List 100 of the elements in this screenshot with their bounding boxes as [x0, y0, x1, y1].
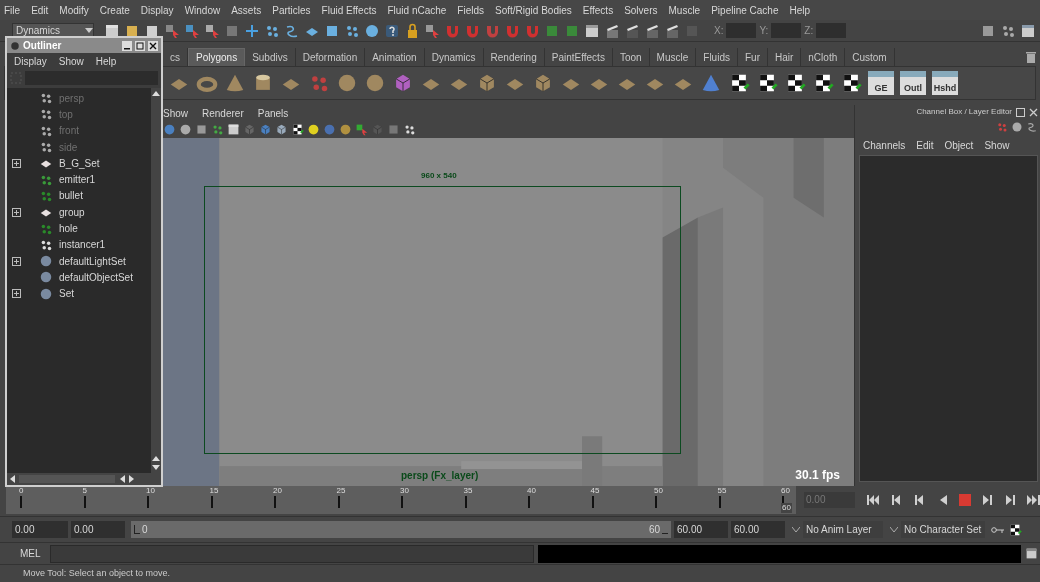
menu-item[interactable]: Fluid nCache: [387, 2, 447, 18]
tick-label: 30: [400, 486, 409, 496]
outliner-menu-item[interactable]: Show: [58, 54, 84, 69]
channel-menu-item[interactable]: Channels: [863, 137, 906, 153]
clapper-icon[interactable]: [624, 22, 640, 39]
anim-layer-dropdown[interactable]: No Anim Layer: [803, 521, 883, 538]
shelf-button[interactable]: Outl: [900, 71, 926, 95]
caret-icon[interactable]: [792, 526, 800, 533]
fps-counter: 30.1 fps: [795, 467, 840, 484]
command-input-field[interactable]: [50, 544, 534, 563]
menu-item[interactable]: Pipeline Cache: [711, 2, 779, 18]
range-slider[interactable]: 0 60: [131, 521, 671, 538]
sphere-icon[interactable]: [336, 72, 358, 94]
go-to-end-icon[interactable]: [1026, 494, 1040, 506]
end-time-field[interactable]: 60.00: [731, 521, 785, 538]
tick-label: 25: [336, 486, 346, 496]
expand-icon[interactable]: [12, 158, 21, 168]
trash-icon[interactable]: [1026, 51, 1036, 63]
coordinate-label: X:: [714, 24, 724, 38]
playback-end-field[interactable]: 60.00: [674, 521, 728, 538]
time-ruler[interactable]: 0 5 10 15 20 25 30 35 40 45 50 55 60 60: [6, 486, 796, 514]
go-to-start-icon[interactable]: [867, 494, 881, 506]
close-icon[interactable]: [148, 40, 158, 51]
step-key-forward-icon[interactable]: [980, 494, 994, 506]
scroll-down-icon[interactable]: [152, 465, 160, 471]
menu-item[interactable]: Modify: [59, 2, 89, 18]
minimize-icon[interactable]: [122, 40, 132, 51]
expand-icon[interactable]: [12, 289, 21, 299]
expand-icon[interactable]: [12, 207, 21, 217]
step-forward-icon[interactable]: [1003, 494, 1017, 506]
render-view-icon[interactable]: [604, 22, 620, 39]
tick-label: 15: [209, 486, 219, 496]
menu-item[interactable]: Fields: [457, 2, 485, 18]
camera-label: persp (Fx_layer): [401, 469, 479, 483]
menu-item[interactable]: Fluid Effects: [321, 2, 377, 18]
menu-item[interactable]: Display: [140, 2, 174, 18]
menu-item[interactable]: Muscle: [668, 2, 701, 18]
tick-label: 60: [781, 486, 790, 496]
float-icon[interactable]: [1016, 107, 1025, 117]
menu-item[interactable]: Help: [789, 2, 811, 18]
outliner-menu-item[interactable]: Display: [14, 54, 47, 69]
checker-icon[interactable]: [291, 123, 304, 136]
sphere-icon[interactable]: [364, 72, 386, 94]
help-icon[interactable]: [384, 22, 400, 39]
sphere-icon[interactable]: [179, 123, 192, 136]
sphere-icon[interactable]: [163, 123, 176, 136]
horizontal-scrollbar[interactable]: [7, 473, 161, 485]
shelf-tab[interactable]: Polygons: [188, 48, 246, 66]
shelf-button[interactable]: Hshd: [932, 71, 958, 95]
menu-item[interactable]: File: [4, 2, 21, 18]
channel-menu-item[interactable]: Show: [984, 137, 1010, 153]
menu-item[interactable]: Assets: [231, 2, 262, 18]
scroll-up-icon[interactable]: [152, 90, 160, 96]
outliner-item[interactable]: instancer1: [59, 237, 106, 253]
channel-menu-item[interactable]: Edit: [916, 137, 934, 153]
plus-icon[interactable]: [244, 22, 260, 39]
shelf-button[interactable]: GE: [868, 71, 894, 95]
outliner-item[interactable]: hole: [59, 221, 78, 236]
outliner-item[interactable]: emitter1: [59, 172, 96, 188]
range-start-label: 0: [142, 523, 148, 537]
sphere-icon[interactable]: [339, 123, 352, 136]
playback-start-field[interactable]: 0.00: [71, 521, 125, 538]
key-icon[interactable]: [991, 525, 1005, 534]
cube-icon[interactable]: [259, 123, 272, 136]
outliner-item[interactable]: group: [59, 204, 85, 220]
clapper-icon[interactable]: [644, 22, 660, 39]
menu-item[interactable]: Create: [99, 2, 130, 18]
menu-item[interactable]: Particles: [272, 2, 311, 18]
menu-item[interactable]: Effects: [582, 2, 614, 18]
cube-icon[interactable]: [275, 123, 288, 136]
menu-item[interactable]: Edit: [31, 2, 49, 18]
start-time-field[interactable]: 0.00: [12, 521, 68, 538]
outliner-item[interactable]: Set: [59, 286, 74, 302]
panel-menu-item[interactable]: Renderer: [202, 105, 244, 121]
panel-menu-item[interactable]: Panels: [257, 105, 289, 121]
vertical-scrollbar[interactable]: [151, 88, 161, 473]
scroll-up-icon[interactable]: [152, 455, 160, 461]
outliner-menu-item[interactable]: Help: [95, 54, 117, 69]
panel-title: Channel Box / Layer Editor: [916, 106, 1012, 118]
expand-icon[interactable]: [12, 256, 21, 266]
menu-item[interactable]: Window: [184, 2, 221, 18]
outliner-item[interactable]: B_G_Set: [59, 155, 100, 171]
scroll-left-icon[interactable]: [9, 475, 15, 483]
caret-icon[interactable]: [890, 526, 898, 533]
channel-menu-item[interactable]: Object: [944, 137, 974, 153]
clapper-icon[interactable]: [664, 22, 680, 39]
tick-label: 45: [590, 486, 600, 496]
help-line: Move Tool: Select an object to move.: [23, 566, 170, 580]
menu-item[interactable]: Solvers: [624, 2, 658, 18]
outliner-item[interactable]: bullet: [59, 188, 83, 204]
maximize-icon[interactable]: [135, 40, 145, 51]
command-language-label[interactable]: MEL: [20, 546, 46, 561]
scroll-right-icon[interactable]: [129, 475, 135, 483]
coordinate-label: Z:: [804, 24, 814, 38]
panel-menu-item[interactable]: Show: [163, 105, 188, 121]
menu-item[interactable]: Soft/Rigid Bodies: [495, 2, 572, 18]
character-set-dropdown[interactable]: No Character Set: [901, 521, 985, 538]
outliner-item[interactable]: defaultObjectSet: [59, 269, 133, 285]
scroll-left-icon[interactable]: [119, 475, 125, 483]
outliner-item[interactable]: defaultLightSet: [59, 253, 126, 269]
